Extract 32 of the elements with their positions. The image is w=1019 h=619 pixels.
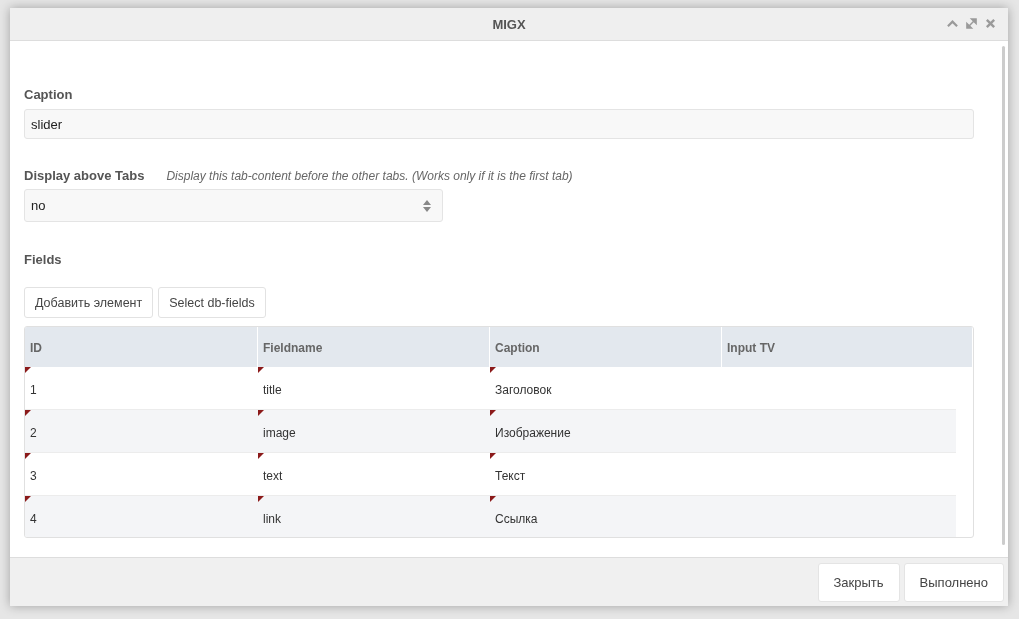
window-title: MIGX (492, 16, 526, 32)
maximize-icon[interactable] (966, 18, 977, 29)
caption-input-field[interactable]: slider (24, 109, 974, 139)
field-hint: Display this tab-content before the other tabs. (Works only if it is the first tab) (166, 169, 573, 183)
column-header[interactable]: ID (25, 327, 258, 367)
column-header[interactable]: Fieldname (258, 327, 490, 367)
table-cell: Заголовок (490, 367, 722, 409)
field-label: Caption (24, 87, 74, 102)
up-down-arrows-icon (423, 199, 431, 212)
toolbar-button[interactable]: Добавить элемент (24, 287, 154, 318)
field-label: Fields (24, 252, 63, 267)
table-cell: link (258, 496, 490, 537)
field-label: Display above Tabs (24, 168, 145, 183)
column-header[interactable]: Input TV (722, 327, 973, 367)
display-above-select[interactable]: no (24, 189, 443, 222)
footer-button[interactable]: Выполнено (903, 562, 1004, 602)
column-header[interactable]: Caption (490, 327, 722, 367)
table-cell: 2 (25, 410, 258, 452)
table-cell: Ссылка (490, 496, 722, 537)
footer-button[interactable]: Закрыть (817, 562, 900, 602)
table-cell: text (258, 453, 490, 495)
table-cell: Изображение (490, 410, 722, 452)
table-cell: 4 (25, 496, 258, 537)
table-cell: title (258, 367, 490, 409)
table-cell: image (258, 410, 490, 452)
collapse-icon[interactable] (947, 18, 958, 29)
table-cell: Текст (490, 453, 722, 495)
table-cell: 1 (25, 367, 258, 409)
scrollbar[interactable] (1002, 46, 1005, 545)
close-icon[interactable] (985, 18, 996, 29)
table-cell: 3 (25, 453, 258, 495)
toolbar-button[interactable]: Select db-fields (158, 287, 266, 318)
